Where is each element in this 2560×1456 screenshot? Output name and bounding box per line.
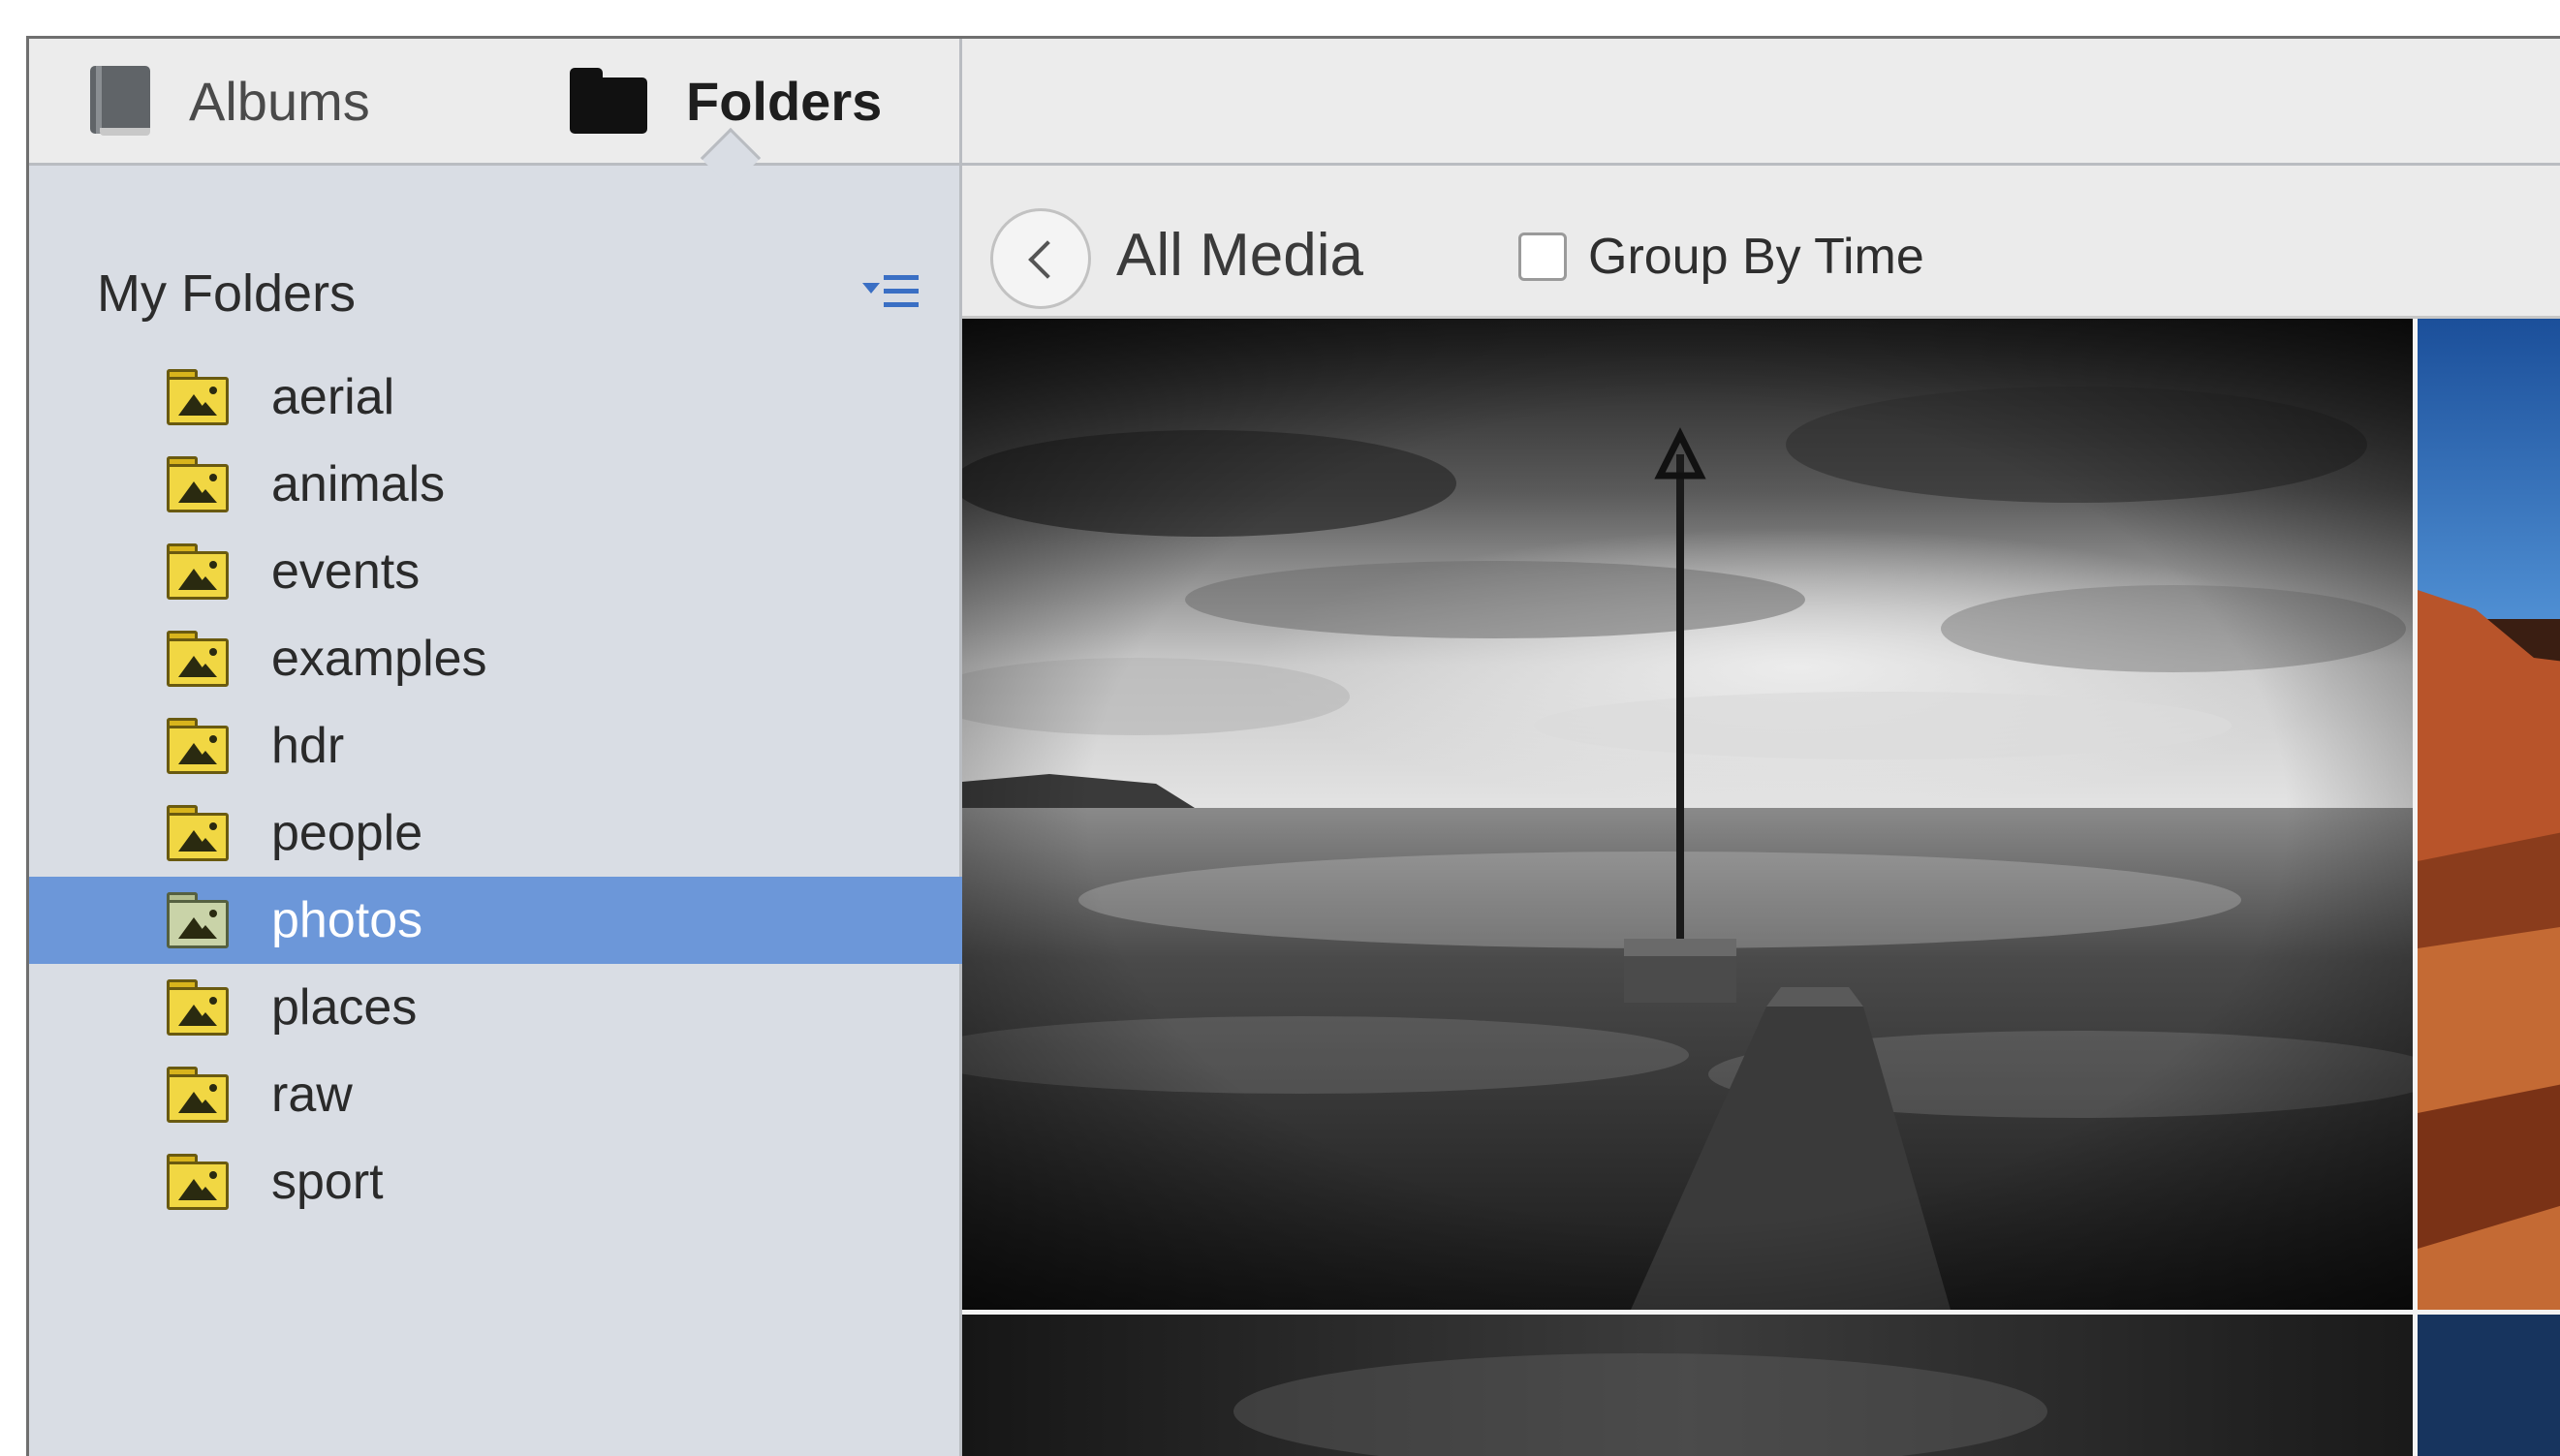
folder-item[interactable]: aerial (29, 354, 962, 441)
folder-item[interactable]: places (29, 964, 962, 1051)
main-panel: All Media Group By Time (962, 39, 2560, 1456)
tab-albums-label: Albums (189, 70, 370, 132)
folder-label: sport (271, 1154, 384, 1210)
folder-label: animals (271, 456, 446, 512)
tab-folders-label: Folders (686, 70, 883, 132)
image-folder-icon (167, 892, 229, 948)
folder-item[interactable]: people (29, 790, 962, 877)
app-window: Albums Folders My Folders aerial animals e… (26, 36, 2560, 1456)
folder-label: places (271, 979, 418, 1036)
photo-thumbnail[interactable] (962, 1315, 2413, 1456)
image-folder-icon (167, 1067, 229, 1123)
folder-item[interactable]: raw (29, 1051, 962, 1138)
back-button[interactable] (990, 208, 1091, 309)
image-folder-icon (167, 369, 229, 425)
image-folder-icon (167, 718, 229, 774)
folder-label: aerial (271, 369, 395, 425)
photo-thumbnail[interactable] (2418, 1315, 2560, 1456)
folder-label: events (271, 543, 421, 600)
tab-albums[interactable]: Albums (90, 39, 370, 163)
folder-item[interactable]: photos (29, 877, 962, 964)
photo-thumbnail[interactable] (2418, 319, 2560, 1310)
tab-bar: Albums Folders (29, 39, 959, 166)
media-grid (962, 319, 2560, 1456)
folder-label: hdr (271, 718, 345, 774)
image-folder-icon (167, 979, 229, 1036)
group-by-time-label[interactable]: Group By Time (1588, 228, 1924, 286)
folder-label: raw (271, 1067, 353, 1123)
folder-item[interactable]: sport (29, 1138, 962, 1225)
folder-item[interactable]: animals (29, 441, 962, 528)
page-title: All Media (1116, 222, 1363, 289)
folder-label: photos (271, 892, 423, 948)
folder-item[interactable]: hdr (29, 702, 962, 790)
folder-label: examples (271, 631, 487, 687)
image-folder-icon (167, 1154, 229, 1210)
image-folder-icon (167, 456, 229, 512)
folder-icon (570, 68, 647, 134)
photo-thumbnail[interactable] (962, 319, 2413, 1310)
top-toolbar (962, 39, 2560, 166)
list-options-icon[interactable] (862, 269, 921, 318)
folder-label: people (271, 805, 423, 861)
image-folder-icon (167, 631, 229, 687)
sidebar: Albums Folders My Folders aerial animals e… (29, 39, 962, 1456)
navigation-bar: All Media Group By Time (962, 166, 2560, 319)
image-folder-icon (167, 805, 229, 861)
chevron-left-icon (1028, 240, 1067, 279)
folder-item[interactable]: examples (29, 615, 962, 702)
group-by-time-checkbox[interactable] (1518, 232, 1567, 281)
image-folder-icon (167, 543, 229, 600)
my-folders-header: My Folders (97, 264, 357, 323)
book-icon (90, 66, 150, 136)
folder-item[interactable]: events (29, 528, 962, 615)
